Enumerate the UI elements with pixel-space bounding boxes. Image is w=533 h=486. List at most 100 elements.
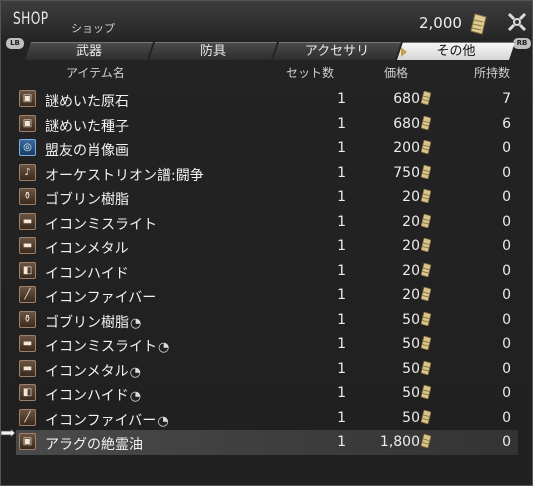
item-owned: 0 xyxy=(502,287,511,303)
item-owned: 0 xyxy=(502,262,511,279)
gil-icon xyxy=(421,311,431,326)
item-list: ▣ 謎めいた原石 1 680 7 ▣ 謎めいた種子 1 680 6 ◎ 盟友の肖像画 1 200 0 ♪ オーケ… xyxy=(16,87,518,455)
item-owned: 0 xyxy=(502,336,511,352)
item-owned: 0 xyxy=(502,189,511,205)
list-item[interactable]: ◧ イコンハイド◔ 1 50 0 xyxy=(16,381,518,406)
tab-other[interactable]: その他 xyxy=(397,42,515,60)
anvil-icon: ▬ xyxy=(19,359,36,377)
list-item[interactable]: ▣ 謎めいた原石 1 680 7 xyxy=(16,87,518,112)
list-item[interactable]: ╱ イコンファイバー 1 20 0 xyxy=(16,283,518,308)
anvil-icon: ▬ xyxy=(19,335,36,352)
tab-accessories[interactable]: アクセサリ xyxy=(273,42,401,60)
col-set: セット数 xyxy=(286,66,335,80)
item-set: 1 xyxy=(337,434,346,450)
item-owned: 0 xyxy=(502,434,511,450)
item-price: 50 xyxy=(402,311,420,328)
hq-icon: ◔ xyxy=(157,413,169,429)
hq-icon: ◔ xyxy=(158,340,170,355)
item-price: 1,800 xyxy=(379,434,420,450)
gil-icon xyxy=(421,434,431,448)
chest-icon: ▣ xyxy=(19,90,36,107)
item-set: 1 xyxy=(337,262,346,279)
list-item[interactable]: ⚱ ゴブリン樹脂◔ 1 50 0 xyxy=(16,308,518,333)
item-name-text: イコンメタル xyxy=(45,363,129,380)
item-price: 50 xyxy=(402,336,420,352)
item-price: 20 xyxy=(402,287,420,303)
eye-icon: ◎ xyxy=(19,139,36,156)
list-item[interactable]: ▬ イコンミスライト 1 20 0 xyxy=(16,210,518,235)
list-item[interactable]: ▣ 謎めいた種子 1 680 6 xyxy=(16,112,518,137)
item-name-text: イコンハイド xyxy=(45,265,129,282)
list-item[interactable]: ♪ オーケストリオン譜:闘争 1 750 0 xyxy=(16,161,518,186)
item-set: 1 xyxy=(337,115,346,132)
gil-icon xyxy=(421,164,431,179)
item-owned: 0 xyxy=(502,409,511,426)
item-set: 1 xyxy=(337,164,346,181)
item-price: 750 xyxy=(393,164,420,181)
item-name-text: イコンファイバー xyxy=(45,290,157,306)
hq-icon: ◔ xyxy=(130,315,142,331)
item-owned: 0 xyxy=(502,385,511,401)
list-item[interactable]: ◎ 盟友の肖像画 1 200 0 xyxy=(16,136,518,161)
hq-icon: ◔ xyxy=(129,389,142,404)
item-set: 1 xyxy=(337,238,346,254)
list-item[interactable]: ▬ イコンメタル◔ 1 50 0 xyxy=(16,357,518,382)
gil-icon xyxy=(421,91,431,105)
item-name: イコンミスライト◔ xyxy=(45,336,169,356)
gil-icon xyxy=(421,287,431,301)
item-set: 1 xyxy=(337,336,346,352)
tab-armor[interactable]: 防具 xyxy=(149,42,277,60)
gil-icon xyxy=(421,140,431,154)
anvil-icon: ▬ xyxy=(19,237,36,254)
item-price: 680 xyxy=(393,91,420,107)
item-set: 1 xyxy=(337,189,346,205)
item-name: ゴブリン樹脂 xyxy=(45,189,129,209)
window-header: SHOP ショップ 2,000 xyxy=(1,1,532,39)
gil-icon xyxy=(421,360,431,375)
item-price: 20 xyxy=(402,238,420,254)
item-set: 1 xyxy=(337,91,346,107)
item-name-text: オーケストリオン譜:闘争 xyxy=(45,167,204,184)
rb-button[interactable]: RB xyxy=(513,38,531,49)
list-item[interactable]: ⚱ ゴブリン樹脂 1 20 0 xyxy=(16,185,518,210)
item-set: 1 xyxy=(337,409,346,426)
item-name: イコンハイド◔ xyxy=(45,385,141,405)
item-owned: 6 xyxy=(502,115,511,132)
item-set: 1 xyxy=(337,287,346,303)
list-item[interactable]: ▣ アラグの絶霊油 1 1,800 0 xyxy=(16,430,518,455)
item-name-text: イコンファイバー xyxy=(45,412,157,429)
column-headers: アイテム名 セット数 価格 所持数 xyxy=(1,62,532,80)
item-name-text: 盟友の肖像画 xyxy=(45,143,129,159)
col-price: 価格 xyxy=(384,66,409,80)
item-set: 1 xyxy=(337,360,346,377)
list-item[interactable]: ▬ イコンミスライト◔ 1 50 0 xyxy=(16,332,518,357)
gil-icon xyxy=(421,189,431,203)
window-subtitle: ショップ xyxy=(71,22,115,35)
item-name-text: イコンメタル xyxy=(45,241,129,257)
list-item[interactable]: ◧ イコンハイド 1 20 0 xyxy=(16,259,518,284)
tab-weapons[interactable]: 武器 xyxy=(25,42,153,60)
gil-icon xyxy=(470,13,487,35)
item-name: イコンファイバー xyxy=(45,287,156,307)
item-name: 謎めいた種子 xyxy=(45,116,129,136)
list-item[interactable]: ▬ イコンメタル 1 20 0 xyxy=(16,234,518,259)
lb-button[interactable]: LB xyxy=(6,38,24,49)
hand-cursor-icon xyxy=(1,428,16,438)
shop-window: SHOP ショップ 2,000 LB RB 武器 防具 アクセサリ その他 アイ… xyxy=(0,0,533,486)
item-set: 1 xyxy=(337,140,346,156)
list-item[interactable]: ╱ イコンファイバー◔ 1 50 0 xyxy=(16,406,518,431)
item-name: アラグの絶霊油 xyxy=(45,434,143,454)
close-cross-icon[interactable] xyxy=(506,11,528,33)
item-name: 盟友の肖像画 xyxy=(45,140,129,160)
item-set: 1 xyxy=(337,385,346,401)
item-set: 1 xyxy=(337,213,346,230)
item-name-text: 謎めいた種子 xyxy=(45,118,129,135)
gil-icon xyxy=(421,115,431,130)
item-name-text: アラグの絶霊油 xyxy=(45,437,143,453)
hide-icon: ◧ xyxy=(19,384,36,401)
item-price: 680 xyxy=(393,115,420,132)
window-title: SHOP xyxy=(13,9,49,29)
hide-icon: ◧ xyxy=(19,261,36,279)
item-name: 謎めいた原石 xyxy=(45,91,129,111)
gil-icon xyxy=(421,385,431,399)
